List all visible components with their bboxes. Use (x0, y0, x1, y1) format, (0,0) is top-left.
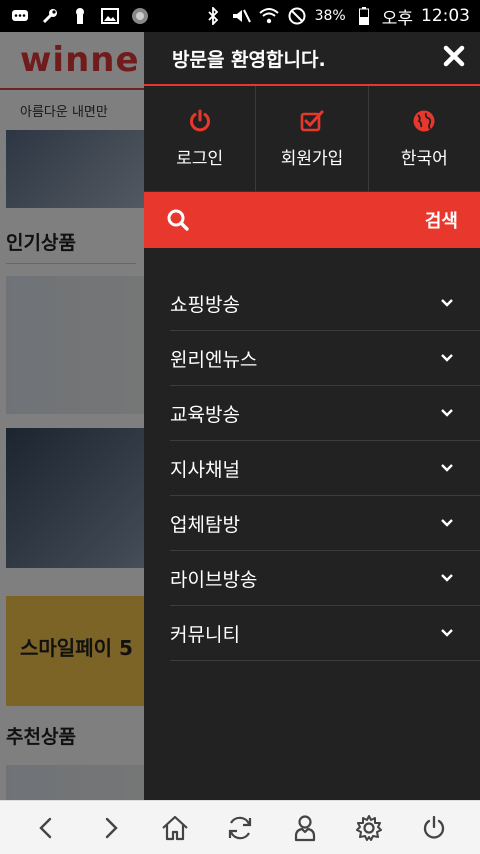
power-icon (423, 815, 444, 839)
exit-button[interactable] (414, 808, 454, 848)
login-label: 로그인 (176, 149, 224, 169)
chevron-down-icon (440, 626, 454, 640)
checkbox-icon (299, 108, 325, 134)
back-button[interactable] (26, 808, 66, 848)
chat-icon (10, 7, 30, 25)
welcome-text: 방문을 환영합니다. (172, 48, 326, 71)
wrench-icon (40, 7, 60, 25)
search-bar[interactable]: 검색 (144, 192, 480, 248)
quick-links: 로그인 회원가입 한국어 (144, 86, 480, 192)
image-icon (100, 7, 120, 25)
user-icon (294, 814, 315, 841)
home-icon (162, 815, 189, 840)
menu-item-community[interactable]: 커뮤니티 (170, 606, 480, 661)
wifi-icon (258, 7, 279, 25)
chevron-down-icon (440, 461, 454, 475)
globe-icon (130, 7, 150, 25)
menu-item-label: 교육방송 (170, 403, 240, 426)
browser-toolbar (0, 800, 480, 854)
menu-item-label: 윈리엔뉴스 (170, 348, 258, 371)
back-icon (39, 817, 52, 838)
menu-item-label: 쇼핑방송 (170, 293, 240, 316)
login-button[interactable]: 로그인 (144, 86, 257, 191)
chevron-down-icon (440, 296, 454, 310)
menu-item-label: 라이브방송 (170, 568, 258, 591)
refresh-button[interactable] (220, 808, 260, 848)
drawer-menu: 쇼핑방송 윈리엔뉴스 교육방송 지사채널 업체탐방 라이브방송 커뮤니티 (170, 276, 480, 661)
home-button[interactable] (155, 808, 195, 848)
keyhole-icon (70, 7, 90, 25)
menu-item-company-visit[interactable]: 업체탐방 (170, 496, 480, 551)
forward-button[interactable] (91, 808, 131, 848)
mute-icon (231, 7, 251, 25)
search-label: 검색 (424, 211, 458, 232)
clock-time: 12:03 (421, 6, 470, 26)
language-button[interactable]: 한국어 (369, 86, 480, 191)
menu-item-label: 지사채널 (170, 458, 240, 481)
signup-label: 회원가입 (280, 149, 344, 169)
status-bar: 38% 오후 12:03 (0, 0, 480, 32)
chevron-down-icon (440, 516, 454, 530)
side-drawer: 방문을 환영합니다. 로그인 회원가입 한국어 검색 쇼핑방송 윈리엔뉴스 교육… (144, 32, 480, 800)
signup-button[interactable]: 회원가입 (256, 86, 369, 191)
bluetooth-icon (203, 7, 223, 25)
menu-item-education[interactable]: 교육방송 (170, 386, 480, 441)
settings-icon (356, 814, 383, 841)
refresh-icon (228, 816, 252, 839)
menu-item-shopping[interactable]: 쇼핑방송 (170, 276, 480, 331)
battery-percent: 38% (314, 8, 346, 24)
chevron-down-icon (440, 571, 454, 585)
no-sim-icon (287, 7, 307, 25)
language-label: 한국어 (400, 149, 448, 169)
user-button[interactable] (285, 808, 325, 848)
battery-icon (354, 7, 374, 25)
power-icon (187, 108, 213, 134)
menu-item-label: 업체탐방 (170, 513, 240, 536)
globe-icon (411, 108, 437, 134)
menu-item-label: 커뮤니티 (170, 623, 240, 646)
chevron-down-icon (440, 406, 454, 420)
settings-button[interactable] (349, 808, 389, 848)
chevron-down-icon (440, 351, 454, 365)
close-icon (443, 45, 465, 67)
menu-item-branch-channel[interactable]: 지사채널 (170, 441, 480, 496)
search-icon (167, 209, 189, 231)
close-button[interactable] (440, 42, 468, 70)
forward-icon (105, 817, 118, 838)
menu-item-live[interactable]: 라이브방송 (170, 551, 480, 606)
drawer-header: 방문을 환영합니다. (144, 32, 480, 84)
clock-ampm: 오후 (381, 8, 413, 29)
menu-item-news[interactable]: 윈리엔뉴스 (170, 331, 480, 386)
